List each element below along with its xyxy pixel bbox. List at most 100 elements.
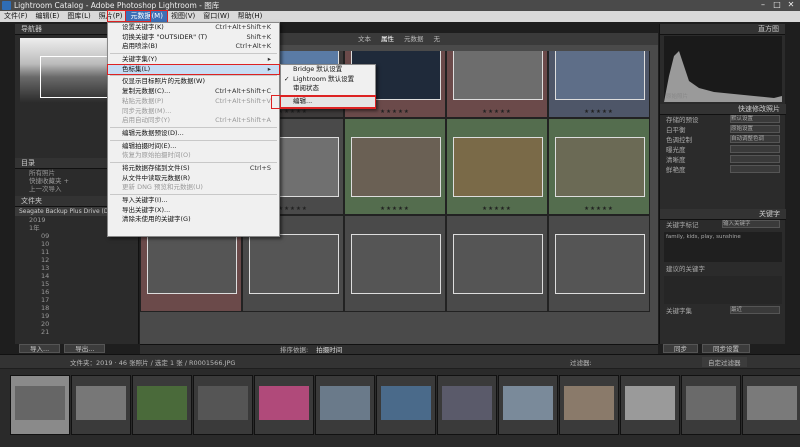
metadata-menu-item[interactable]: 复制元数据(C)... Ctrl+Alt+Shift+C [108, 87, 279, 97]
quick-develop-label: 曝光度 [666, 146, 686, 154]
folder-item[interactable]: 10 [15, 240, 139, 248]
filmstrip-thumbnail[interactable] [742, 375, 800, 435]
keyword-suggest-label[interactable]: 建议的关键字 [666, 264, 705, 274]
filmstrip-thumbnail[interactable] [681, 375, 741, 435]
thumbnail-rating[interactable]: ★★★★★ [549, 109, 649, 115]
grid-thumbnail[interactable]: ★★★★★ [344, 118, 446, 215]
menu-6[interactable]: 窗口(W) [199, 11, 233, 22]
export-button[interactable]: 导出... [64, 344, 106, 353]
filmstrip-thumbnail[interactable] [437, 375, 497, 435]
filmstrip-photo [76, 386, 126, 420]
right-panel: 直方图 原始照片 快速修改照片 存储的预设 默认设置 白平衡 原始设置 色调控制 自动调整… [659, 24, 786, 344]
quick-develop-value[interactable] [730, 165, 780, 173]
color-label-set-item[interactable]: 审阅状态 [281, 84, 375, 94]
quick-develop-header[interactable]: 快速修改照片 [660, 104, 786, 115]
grid-thumbnail[interactable]: ★★★★★ [446, 51, 548, 118]
color-label-set-item[interactable]: Lightroom 默认设置 [281, 75, 375, 85]
sync-settings-button[interactable]: 同步设置 [702, 344, 750, 353]
minimize-button[interactable]: – [756, 0, 770, 11]
filmstrip-thumbnail[interactable] [254, 375, 314, 435]
sort-value[interactable]: 拍摄时间 [316, 346, 342, 354]
filmstrip-source[interactable]: 文件夹：2019 · 46 张照片 / 选定 1 张 / R0001566.JP… [70, 357, 235, 367]
keyword-suggest-grid[interactable] [664, 276, 782, 304]
folder-item[interactable]: 14 [15, 272, 139, 280]
keywording-header[interactable]: 关键字 [660, 209, 786, 220]
keywords-textarea[interactable]: family, kids, play, sunshine [664, 232, 782, 262]
menu-item-shortcut: ▸ [267, 55, 271, 64]
metadata-menu-item[interactable]: 仅显示目标照片的元数据(W) [108, 77, 279, 87]
filmstrip-thumbnail[interactable] [559, 375, 619, 435]
close-button[interactable]: ✕ [784, 0, 798, 11]
filmstrip-thumbnail[interactable] [315, 375, 375, 435]
menu-2[interactable]: 图库(L) [63, 11, 94, 22]
menu-item-shortcut: Shift+K [246, 32, 271, 41]
thumbnail-rating[interactable]: ★★★★★ [549, 206, 649, 212]
folder-item[interactable]: 21 [15, 328, 139, 336]
menu-7[interactable]: 帮助(H) [234, 11, 267, 22]
filmstrip [0, 369, 800, 447]
folder-item[interactable]: 18 [15, 304, 139, 312]
metadata-menu-item[interactable]: 设置关键字(K) Ctrl+Alt+Shift+K [108, 23, 279, 33]
quick-develop-value[interactable]: 默认设置 [730, 115, 780, 123]
quick-develop-value[interactable]: 自动调整色调 [730, 135, 780, 143]
quick-develop-value[interactable] [730, 145, 780, 153]
metadata-menu-item[interactable]: 清除未使用的关键字(G) [108, 215, 279, 225]
filmstrip-thumbnail[interactable] [498, 375, 558, 435]
grid-thumbnail[interactable]: ★★★★★ [548, 51, 650, 118]
menu-item-label: 从文件中读取元数据(R) [122, 173, 191, 182]
import-button[interactable]: 导入... [19, 344, 61, 353]
histogram-header[interactable]: 直方图 [660, 24, 785, 35]
grid-thumbnail[interactable] [548, 215, 650, 312]
metadata-menu-item[interactable]: 导出关键字(X)... [108, 206, 279, 216]
metadata-menu-item[interactable]: 切换关键字 "OUTSIDER" (T) Shift+K [108, 33, 279, 43]
folder-item[interactable]: 17 [15, 296, 139, 304]
metadata-menu-item[interactable]: 从文件中读取元数据(R) [108, 174, 279, 184]
filter-select[interactable]: 自定过滤器 [702, 357, 747, 367]
metadata-menu-item[interactable]: 编辑元数据预设(D)... [108, 129, 279, 139]
grid-thumbnail[interactable]: ★★★★★ [548, 118, 650, 215]
menu-1[interactable]: 编辑(E) [32, 11, 64, 22]
folder-item[interactable]: 13 [15, 264, 139, 272]
quick-develop-value[interactable]: 原始设置 [730, 125, 780, 133]
quick-develop-row: 色调控制 自动调整色调 [660, 135, 786, 145]
sync-button[interactable]: 同步 [663, 344, 698, 353]
metadata-menu-item[interactable]: 将元数据存储到文件(S) Ctrl+S [108, 164, 279, 174]
quick-develop-value[interactable] [730, 155, 780, 163]
thumbnail-rating[interactable]: ★★★★★ [447, 109, 547, 115]
grid-thumbnail[interactable]: ★★★★★ [446, 118, 548, 215]
filmstrip-thumbnail[interactable] [620, 375, 680, 435]
metadata-menu-item[interactable]: 导入关键字(I)... [108, 196, 279, 206]
filmstrip-thumbnail[interactable] [71, 375, 131, 435]
maximize-button[interactable]: □ [770, 0, 784, 11]
thumbnail-rating[interactable]: ★★★★★ [345, 206, 445, 212]
thumbnail-photo [555, 137, 645, 197]
thumbnail-rating[interactable]: ★★★★★ [345, 109, 445, 115]
keyword-set-select[interactable]: 最近 [730, 306, 780, 314]
metadata-menu-item[interactable]: 启用喷涂(B) Ctrl+Alt+K [108, 42, 279, 52]
filter-tab[interactable]: 属性 [381, 33, 394, 45]
grid-thumbnail[interactable] [446, 215, 548, 312]
folder-item[interactable]: 15 [15, 280, 139, 288]
filter-tab[interactable]: 元数据 [404, 33, 424, 45]
folder-item[interactable]: 16 [15, 288, 139, 296]
grid-thumbnail[interactable] [344, 215, 446, 312]
filmstrip-thumbnail[interactable] [193, 375, 253, 435]
folder-item[interactable]: 12 [15, 256, 139, 264]
folder-item[interactable]: 11 [15, 248, 139, 256]
filter-tab[interactable]: 文本 [358, 33, 371, 45]
color-label-set-item[interactable]: Bridge 默认设置 [281, 65, 375, 75]
folder-item[interactable]: 20 [15, 320, 139, 328]
metadata-menu-item[interactable]: 编辑拍摄时间(E)... [108, 142, 279, 152]
menu-0[interactable]: 文件(F) [0, 11, 32, 22]
metadata-menu-item[interactable]: 关键字集(Y) ▸ [108, 55, 279, 65]
filmstrip-thumbnail[interactable] [132, 375, 192, 435]
metadata-menu-item[interactable]: 色标集(L) ▸ [107, 63, 280, 76]
keyword-tags-select[interactable]: 输入关键字 [722, 220, 780, 228]
filter-tab[interactable]: 无 [434, 33, 441, 45]
menu-5[interactable]: 视图(V) [167, 11, 199, 22]
filmstrip-thumbnail[interactable] [376, 375, 436, 435]
folder-item[interactable]: 19 [15, 312, 139, 320]
menu-item-shortcut: Ctrl+Alt+K [235, 42, 271, 51]
filmstrip-thumbnail[interactable] [10, 375, 70, 435]
thumbnail-rating[interactable]: ★★★★★ [447, 206, 547, 212]
